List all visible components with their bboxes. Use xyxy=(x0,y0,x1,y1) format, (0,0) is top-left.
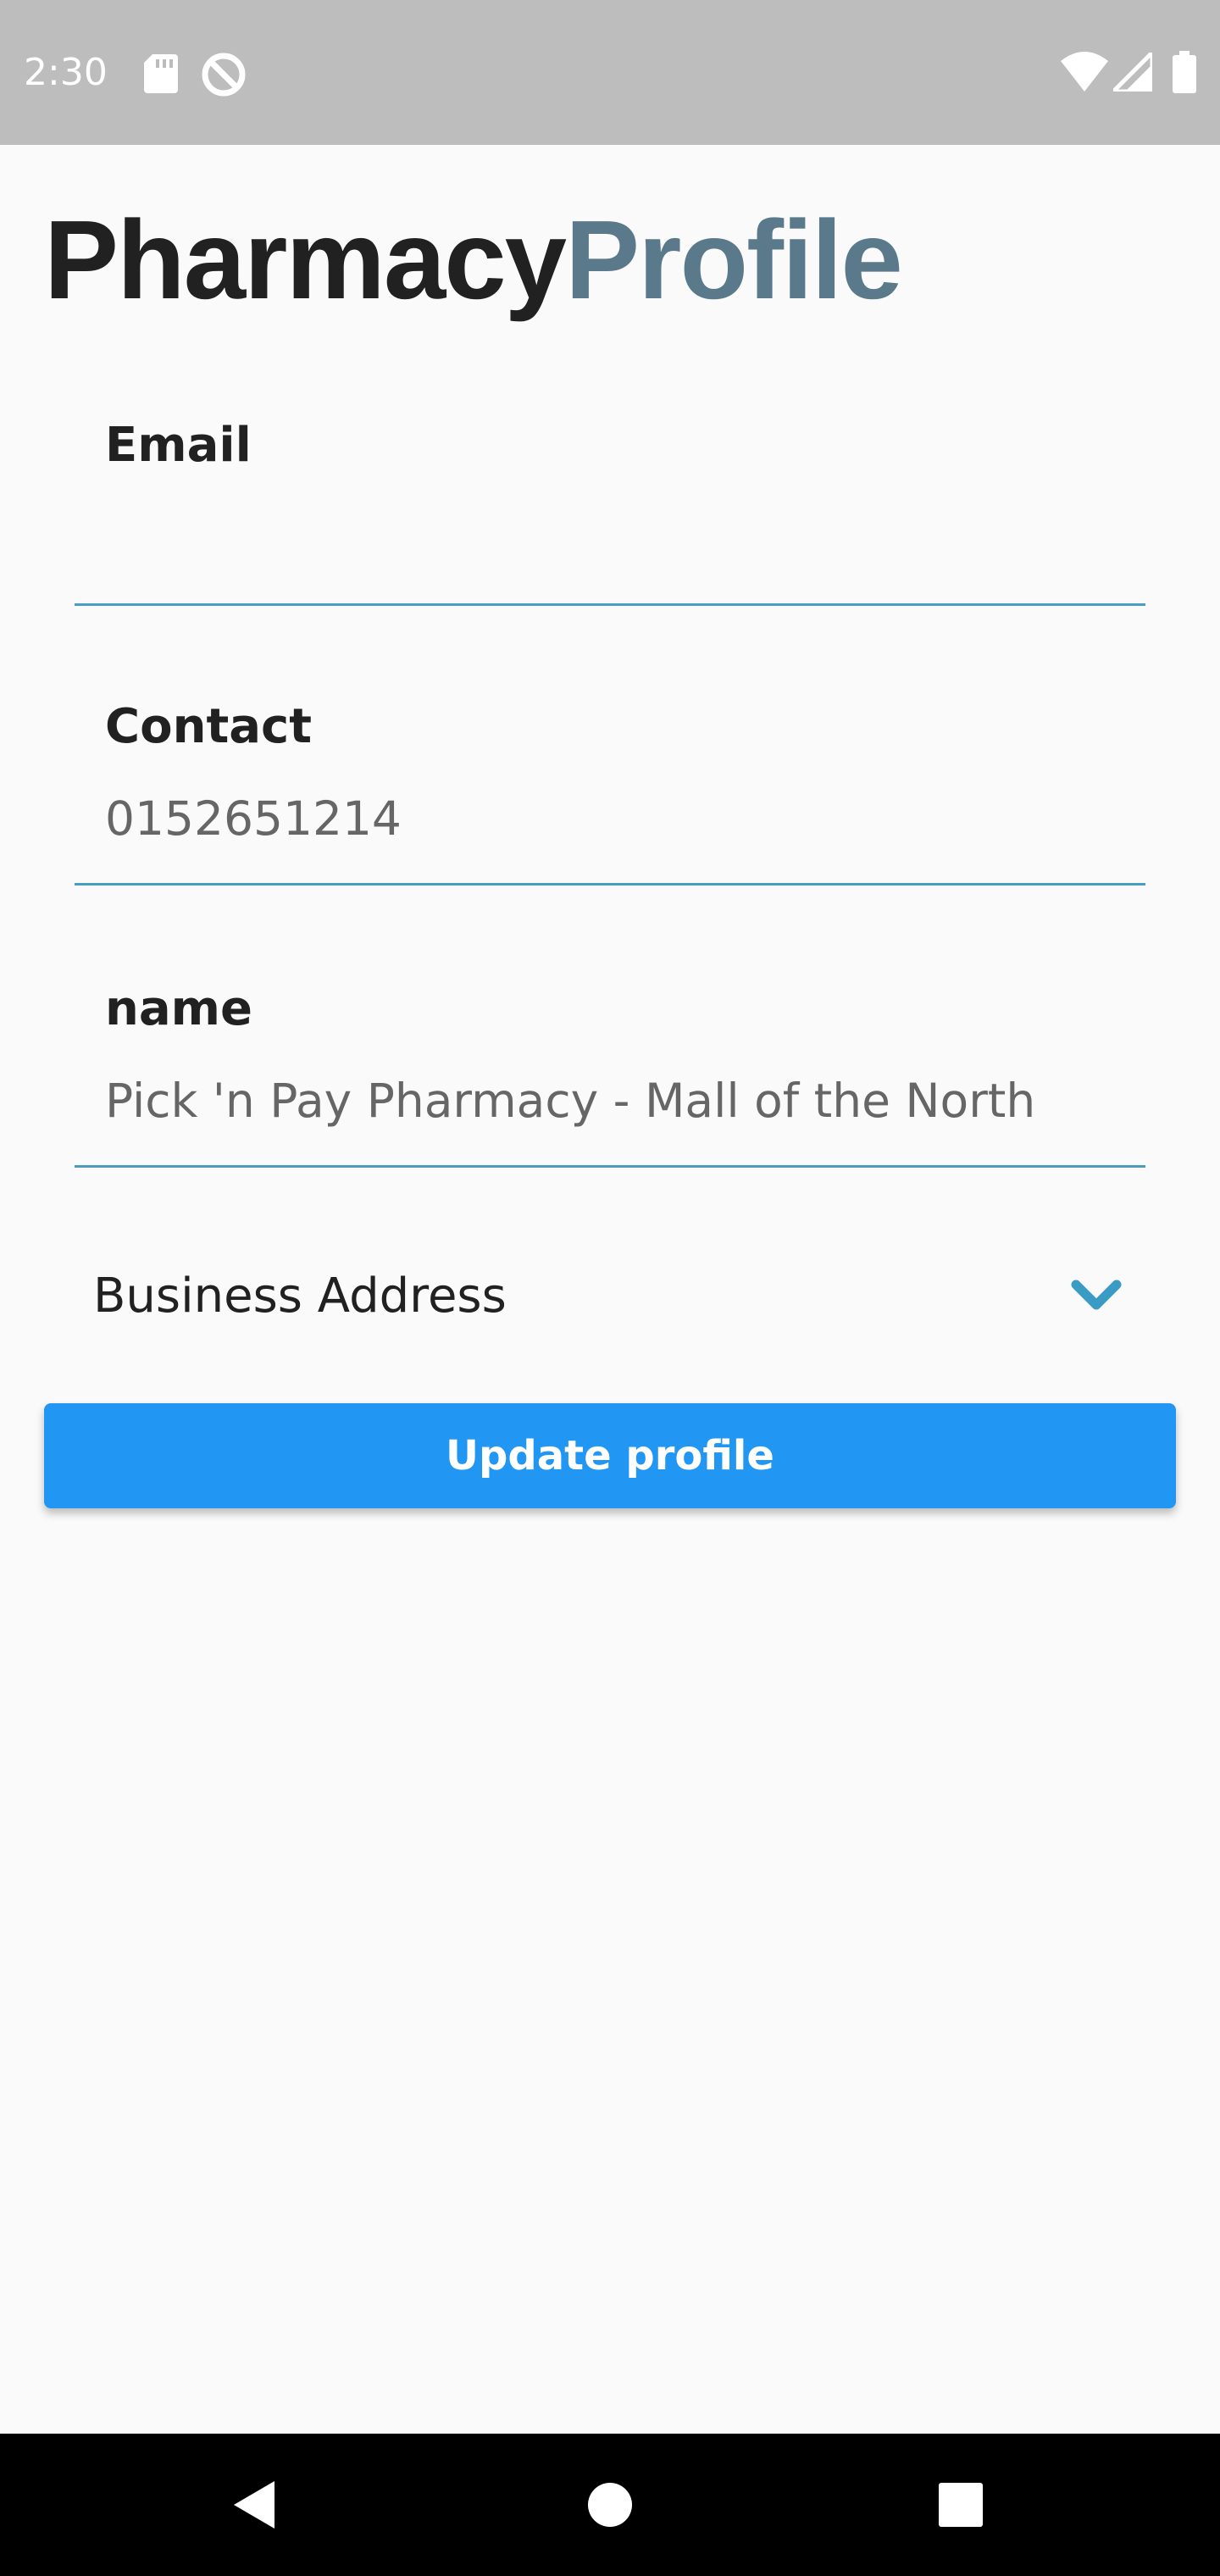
page-title: PharmacyProfile xyxy=(44,197,903,324)
back-button[interactable] xyxy=(212,2462,297,2547)
name-field[interactable]: name xyxy=(75,970,1145,1168)
name-label: name xyxy=(105,981,252,1036)
status-bar: 2:30 xyxy=(0,0,1220,145)
contact-input[interactable] xyxy=(105,785,1122,852)
battery-icon xyxy=(1173,51,1196,93)
update-profile-button[interactable]: Update profile xyxy=(44,1403,1176,1508)
recents-button[interactable] xyxy=(918,2462,1003,2547)
business-address-label: Business Address xyxy=(93,1269,507,1324)
page-title-profile: Profile xyxy=(565,197,903,322)
home-button[interactable] xyxy=(568,2462,652,2547)
cell-signal-icon xyxy=(1113,53,1152,92)
name-input[interactable] xyxy=(105,1067,1122,1135)
page-title-pharmacy: Pharmacy xyxy=(44,197,567,322)
contact-field[interactable]: Contact xyxy=(75,688,1145,886)
home-icon xyxy=(588,2483,632,2527)
email-input[interactable] xyxy=(105,510,1122,578)
contact-label: Contact xyxy=(105,699,312,754)
email-label: Email xyxy=(105,418,252,473)
recents-icon xyxy=(939,2483,983,2527)
business-address-dropdown[interactable]: Business Address xyxy=(75,1254,1145,1339)
chevron-down-icon[interactable] xyxy=(1071,1278,1122,1315)
sd-card-icon xyxy=(144,54,178,93)
email-field[interactable]: Email xyxy=(75,400,1145,606)
back-icon xyxy=(234,2481,274,2529)
navigation-bar xyxy=(0,2434,1220,2576)
sync-disabled-icon xyxy=(202,53,246,97)
status-time: 2:30 xyxy=(24,51,108,94)
wifi-icon xyxy=(1061,52,1108,92)
